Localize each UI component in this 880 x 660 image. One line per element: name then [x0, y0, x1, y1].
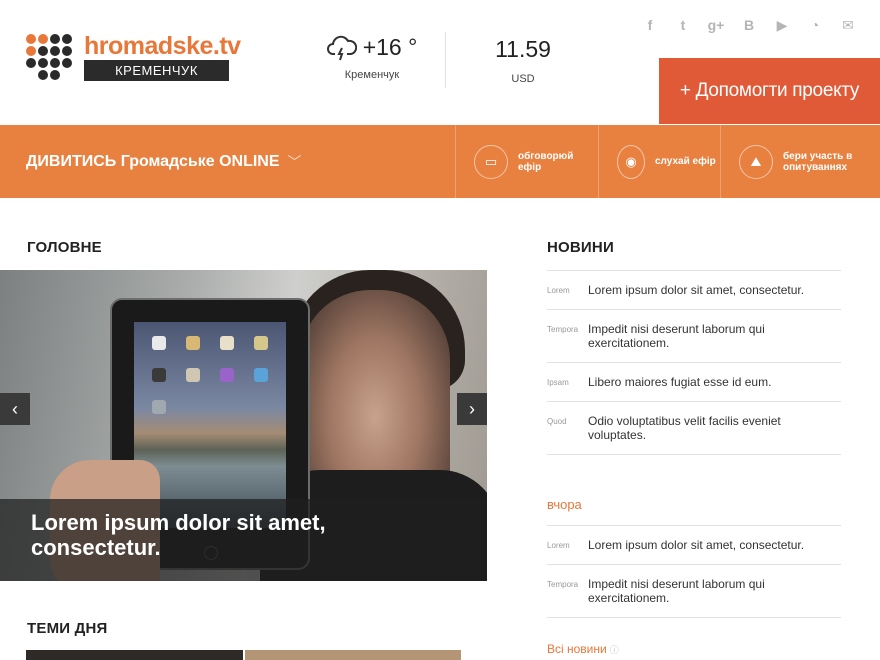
header-divider	[445, 32, 446, 88]
site-header: hromadske.tv КРЕМЕНЧУК +16 ° Кременчук 1…	[0, 0, 880, 124]
currency-rate: 11.59	[495, 36, 551, 62]
app-icon	[254, 368, 268, 382]
social-links: f t g+ B ▶ ◔ ✉	[640, 16, 858, 34]
all-news-link[interactable]: Всі новини ⓘ	[547, 642, 619, 656]
news-list: Lorem Lorem ipsum dolor sit amet, consec…	[547, 270, 841, 455]
app-icon	[186, 336, 200, 350]
yesterday-label: вчора	[547, 497, 582, 512]
news-tag: Lorem	[547, 541, 570, 550]
nav-item-label: слухай ефір	[655, 156, 716, 167]
topic-thumbnail[interactable]	[26, 650, 243, 660]
facebook-icon[interactable]: f	[640, 16, 660, 34]
nav-item-listen[interactable]: ◉ слухай ефір	[598, 125, 720, 198]
news-tag: Ipsam	[547, 378, 569, 387]
logo-dots-icon	[26, 34, 74, 82]
news-item[interactable]: Lorem Lorem ipsum dolor sit amet, consec…	[547, 526, 841, 565]
storm-cloud-icon	[326, 35, 357, 60]
weather-temperature: +16 °	[362, 34, 418, 60]
app-icon	[152, 336, 166, 350]
app-icon	[152, 400, 166, 414]
app-icon	[254, 336, 268, 350]
google-plus-icon[interactable]: g+	[706, 16, 726, 34]
news-section-title: НОВИНИ	[547, 239, 614, 256]
currency-widget: 11.59 USD	[470, 36, 576, 85]
app-icon	[186, 368, 200, 382]
news-item[interactable]: Tempora Impedit nisi deserunt laborum qu…	[547, 565, 841, 618]
news-headline[interactable]: Impedit nisi deserunt laborum qui exerci…	[588, 577, 841, 605]
news-item[interactable]: Lorem Lorem ipsum dolor sit amet, consec…	[547, 271, 841, 310]
slider-next-button[interactable]: ›	[457, 393, 487, 425]
app-icon	[220, 336, 234, 350]
news-tag: Lorem	[547, 286, 570, 295]
twitter-icon[interactable]: t	[673, 16, 693, 34]
chat-icon: ▭	[474, 144, 508, 179]
watch-online-label: ДИВИТИСЬ Громадське ONLINE	[26, 152, 280, 170]
rss-icon[interactable]: ◔	[805, 16, 825, 34]
main-section-title: ГОЛОВНЕ	[27, 239, 102, 256]
news-headline[interactable]: Lorem ipsum dolor sit amet, consectetur.	[588, 283, 804, 297]
yesterday-news-list: Lorem Lorem ipsum dolor sit amet, consec…	[547, 525, 841, 618]
main-slider[interactable]: Lorem ipsum dolor sit amet, consectetur.…	[0, 270, 487, 581]
slider-prev-button[interactable]: ‹	[0, 393, 30, 425]
news-headline[interactable]: Impedit nisi deserunt laborum qui exerci…	[588, 322, 841, 350]
vk-icon[interactable]: B	[739, 16, 759, 34]
weather-widget: +16 ° Кременчук	[322, 34, 422, 86]
broadcast-icon: ◉	[617, 144, 645, 179]
help-project-button[interactable]: + Допомогти проекту	[659, 58, 880, 124]
site-logo[interactable]: hromadske.tv КРЕМЕНЧУК	[26, 32, 241, 84]
news-headline[interactable]: Libero maiores fugiat esse id eum.	[588, 375, 771, 389]
info-icon: ⓘ	[609, 645, 619, 655]
logo-text: hromadske.tv	[84, 32, 241, 60]
news-tag: Quod	[547, 417, 567, 426]
chevron-down-icon: ﹀	[287, 153, 302, 170]
news-item[interactable]: Ipsam Libero maiores fugiat esse id eum.	[547, 363, 841, 402]
nav-item-discuss[interactable]: ▭ обговорюй ефір	[455, 125, 598, 198]
topics-section-title: ТЕМИ ДНЯ	[27, 620, 108, 637]
nav-item-label: бери участь в опитуваннях	[783, 150, 853, 173]
currency-label: USD	[511, 73, 535, 85]
news-tag: Tempora	[547, 325, 579, 334]
logo-city-label: КРЕМЕНЧУК	[84, 60, 229, 81]
news-item[interactable]: Tempora Impedit nisi deserunt laborum qu…	[547, 310, 841, 363]
poll-icon: ⛰	[739, 144, 773, 179]
mail-icon[interactable]: ✉	[838, 16, 858, 34]
app-icon	[220, 368, 234, 382]
weather-city: Кременчук	[344, 69, 400, 81]
news-headline[interactable]: Odio voluptatibus velit facilis eveniet …	[588, 414, 841, 442]
topic-thumbnail[interactable]	[244, 650, 461, 660]
youtube-icon[interactable]: ▶	[772, 16, 792, 34]
nav-item-label: обговорюй ефір	[518, 150, 574, 173]
main-nav: ДИВИТИСЬ Громадське ONLINE ﹀ ▭ обговорюй…	[0, 125, 880, 198]
nav-item-polls[interactable]: ⛰ бери участь в опитуваннях	[720, 125, 880, 198]
news-headline[interactable]: Lorem ipsum dolor sit amet, consectetur.	[588, 538, 804, 552]
news-item[interactable]: Quod Odio voluptatibus velit facilis eve…	[547, 402, 841, 455]
slide-caption[interactable]: Lorem ipsum dolor sit amet, consectetur.	[31, 510, 451, 560]
app-icon	[152, 368, 166, 382]
topics-thumbnails	[26, 650, 461, 660]
all-news-label: Всі новини	[547, 642, 607, 656]
watch-online-link[interactable]: ДИВИТИСЬ Громадське ONLINE ﹀	[26, 125, 302, 198]
news-tag: Tempora	[547, 580, 579, 589]
